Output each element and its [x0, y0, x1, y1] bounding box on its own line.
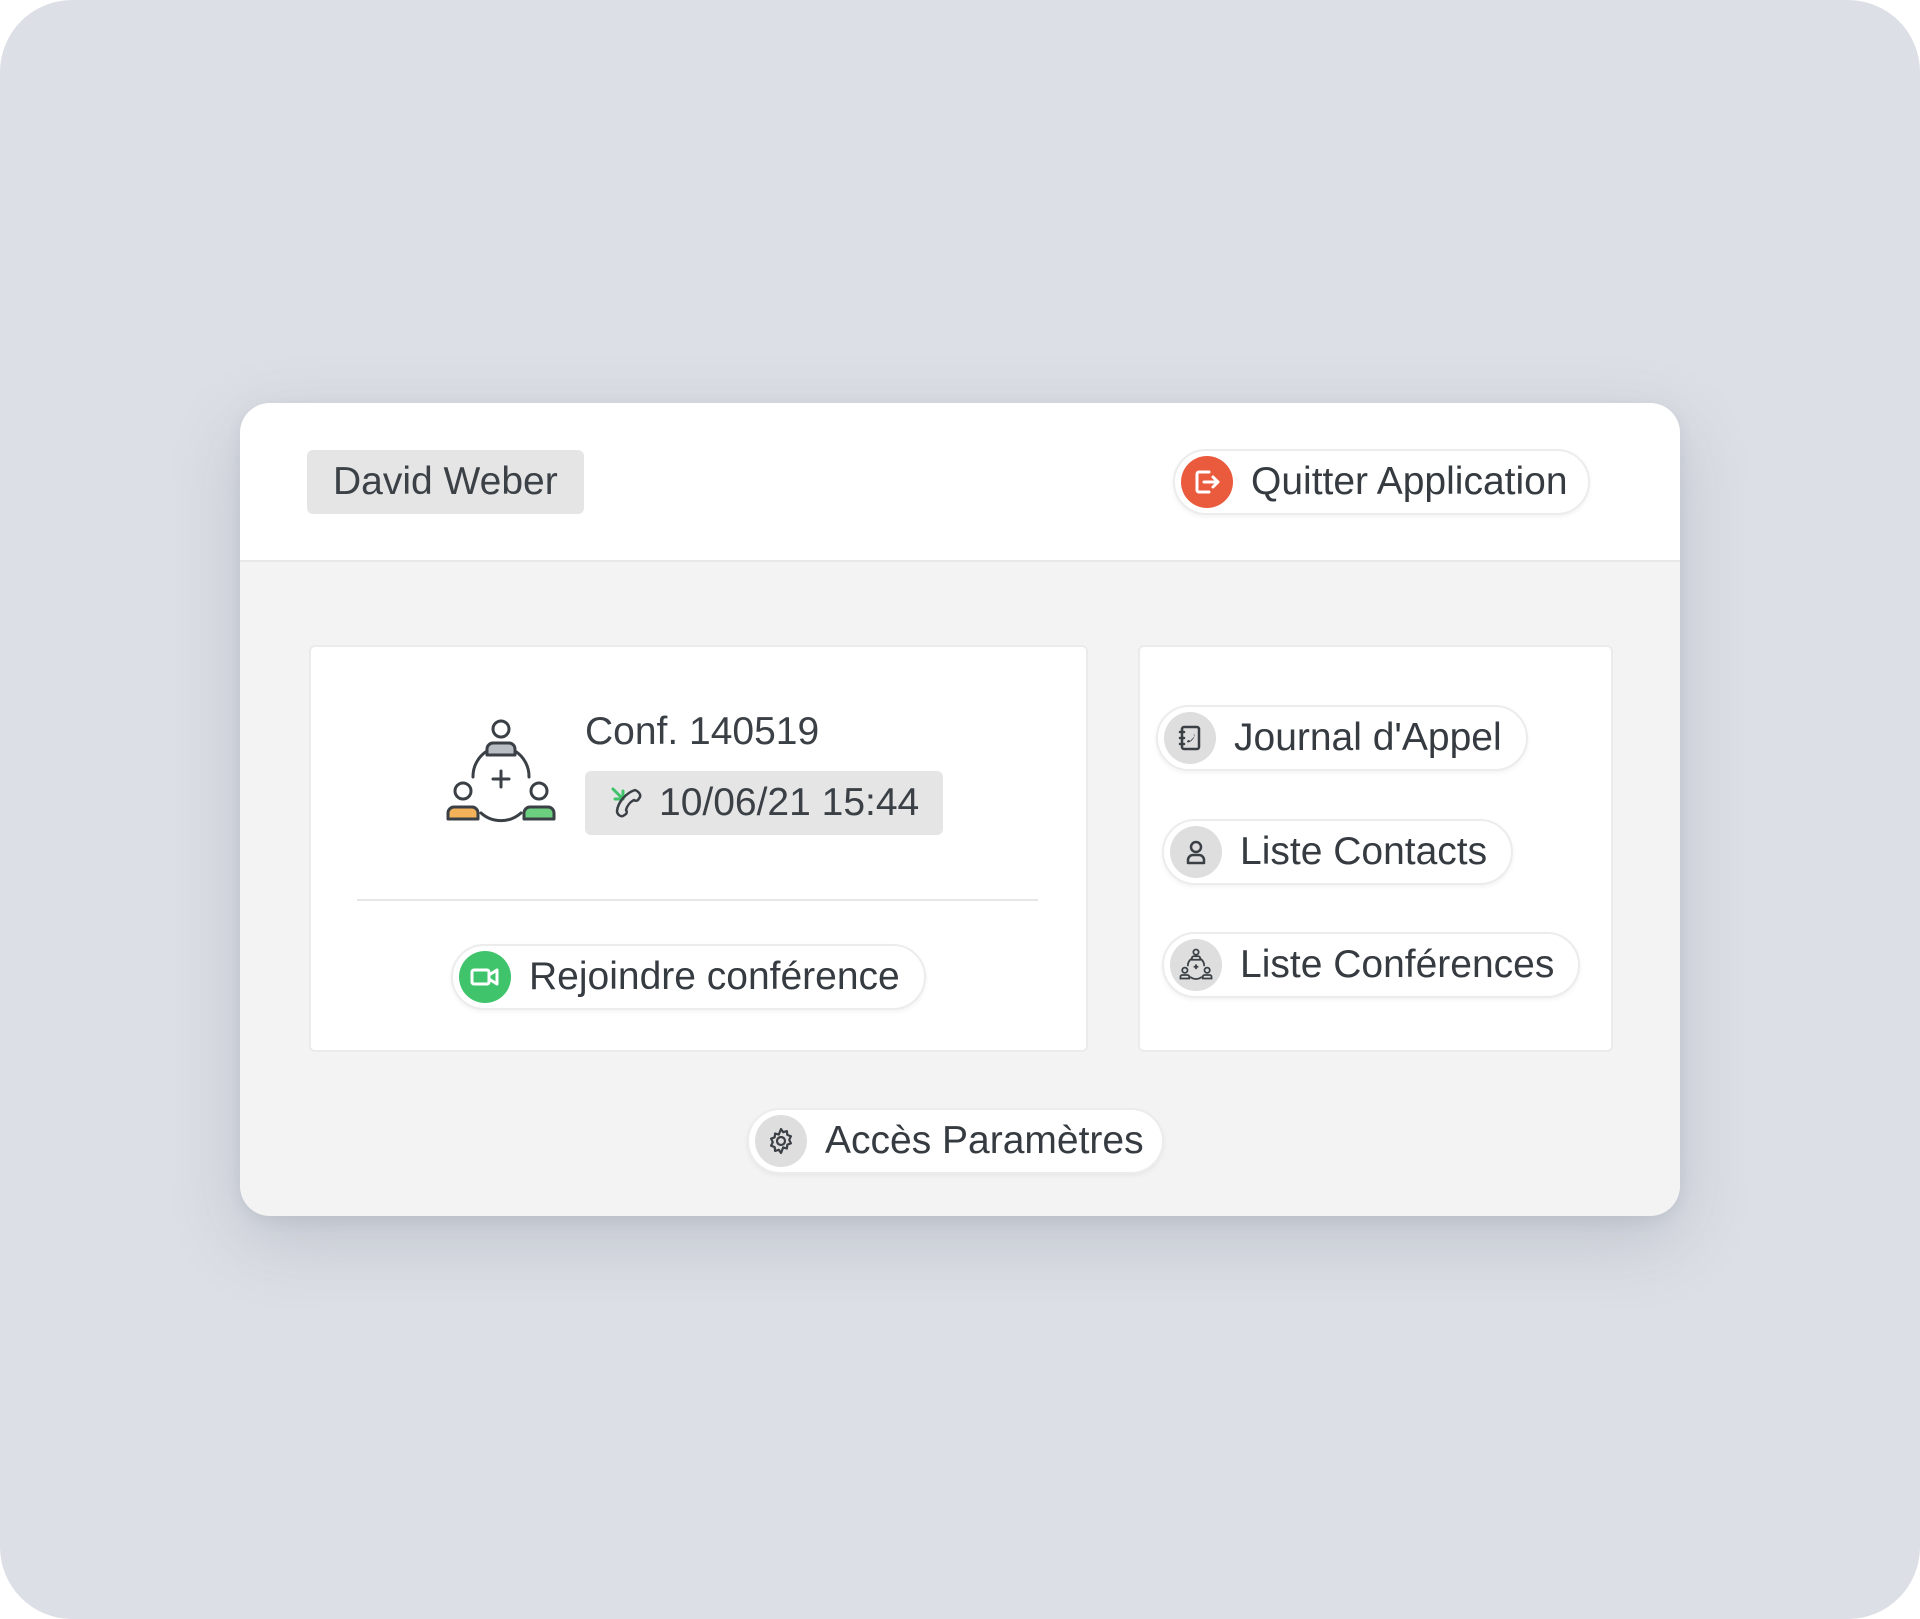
gear-icon	[755, 1115, 807, 1167]
join-conference-button[interactable]: Rejoindre conférence	[451, 944, 926, 1010]
settings-label: Accès Paramètres	[825, 1119, 1144, 1162]
menu-item-conferences[interactable]: Liste Conférences	[1162, 932, 1581, 998]
menu-item-contacts[interactable]: Liste Contacts	[1162, 819, 1514, 885]
conference-card: Conf. 140519 10/06/21 15:44 Rejoindre co…	[309, 645, 1088, 1052]
menu-item-call-log[interactable]: Journal d'Appel	[1156, 705, 1528, 771]
incoming-call-icon	[609, 785, 645, 821]
navigation-card: Journal d'Appel Liste Contacts Liste Con…	[1138, 645, 1613, 1052]
settings-button[interactable]: Accès Paramètres	[747, 1108, 1164, 1174]
quit-application-button[interactable]: Quitter Application	[1173, 449, 1590, 515]
conference-datetime: 10/06/21 15:44	[659, 781, 920, 824]
menu-item-label: Liste Conférences	[1240, 943, 1555, 986]
quit-application-label: Quitter Application	[1251, 460, 1568, 503]
header-bar: David Weber Quitter Application	[240, 403, 1680, 562]
join-conference-label: Rejoindre conférence	[529, 955, 900, 998]
person-icon	[1170, 826, 1222, 878]
exit-icon	[1181, 456, 1233, 508]
divider	[357, 899, 1038, 901]
call-log-icon	[1164, 712, 1216, 764]
conference-title: Conf. 140519	[585, 710, 820, 753]
conference-datetime-badge: 10/06/21 15:44	[585, 771, 944, 835]
menu-item-label: Liste Contacts	[1240, 830, 1488, 873]
menu-item-label: Journal d'Appel	[1234, 716, 1502, 759]
user-name-badge: David Weber	[307, 450, 584, 514]
conference-icon	[1170, 939, 1222, 991]
app-window: David Weber Quitter Application Conf. 14…	[240, 403, 1680, 1216]
user-name: David Weber	[333, 460, 558, 503]
video-camera-icon	[459, 951, 511, 1003]
conference-icon	[443, 715, 559, 831]
